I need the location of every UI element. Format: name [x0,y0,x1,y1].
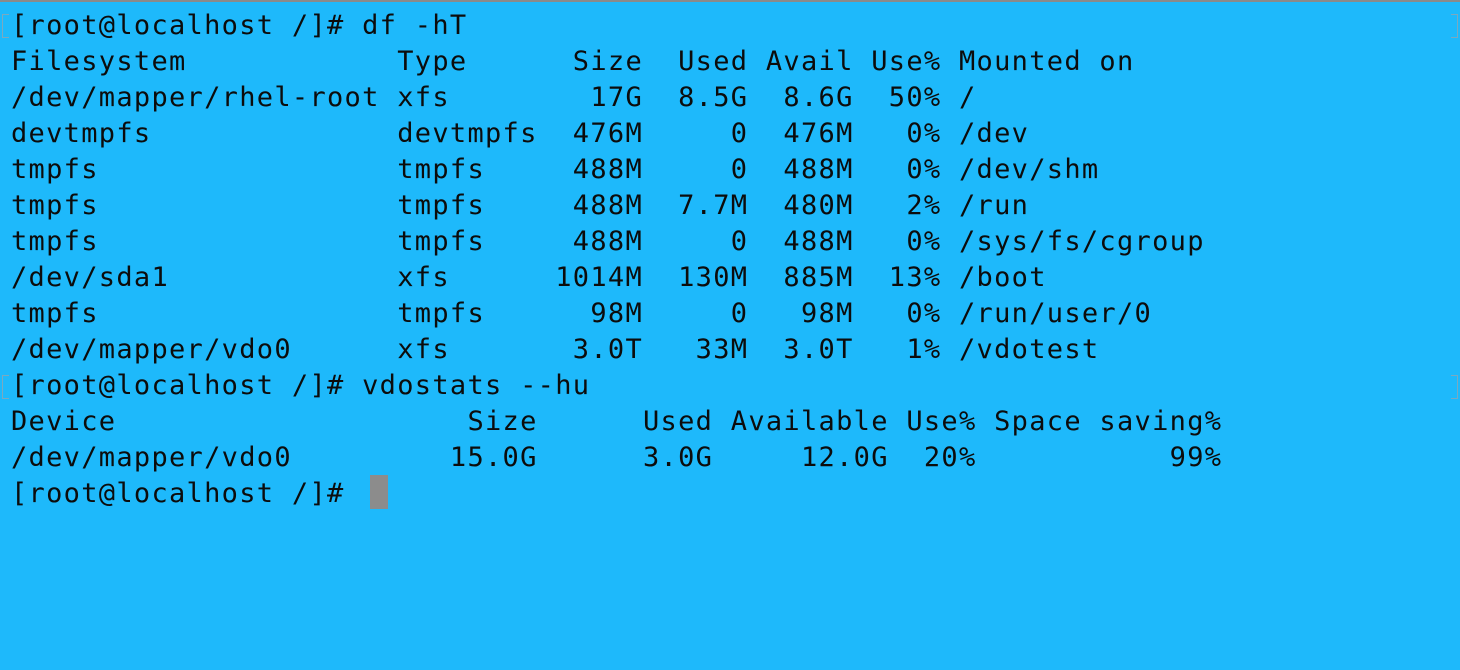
prompt-df-command: [root@localhost /]# df -hT [11,10,468,41]
df-row-tmpfs-user: tmpfs tmpfs 98M 0 98M 0% /run/user/0 [11,298,1153,329]
terminal-window[interactable]: [root@localhost /]# df -hT Filesystem Ty… [0,0,1460,670]
mark-right-2 [1451,375,1458,399]
vdostats-header-row: Device Size Used Available Use% Space sa… [11,406,1223,437]
df-row-sda1: /dev/sda1 xfs 1014M 130M 885M 13% /boot [11,262,1047,293]
prompt-vdostats-command: [root@localhost /]# vdostats --hu [11,370,591,401]
df-row-rhel-root: /dev/mapper/rhel-root xfs 17G 8.5G 8.6G … [11,82,977,113]
cursor-block [370,475,388,509]
df-row-devtmpfs: devtmpfs devtmpfs 476M 0 476M 0% /dev [11,118,1030,149]
df-header-row: Filesystem Type Size Used Avail Use% Mou… [11,46,1135,77]
mark-right-1 [1451,14,1458,38]
prompt-current[interactable]: [root@localhost /]# [11,476,362,512]
df-row-vdo0: /dev/mapper/vdo0 xfs 3.0T 33M 3.0T 1% /v… [11,334,1100,365]
mark-left-1 [2,14,9,38]
df-row-tmpfs-cgroup: tmpfs tmpfs 488M 0 488M 0% /sys/fs/cgrou… [11,226,1205,257]
mark-left-2 [2,375,9,399]
df-row-tmpfs-shm: tmpfs tmpfs 488M 0 488M 0% /dev/shm [11,154,1100,185]
df-row-tmpfs-run: tmpfs tmpfs 488M 7.7M 480M 2% /run [11,190,1030,221]
vdostats-row-vdo0: /dev/mapper/vdo0 15.0G 3.0G 12.0G 20% 99… [11,442,1223,473]
